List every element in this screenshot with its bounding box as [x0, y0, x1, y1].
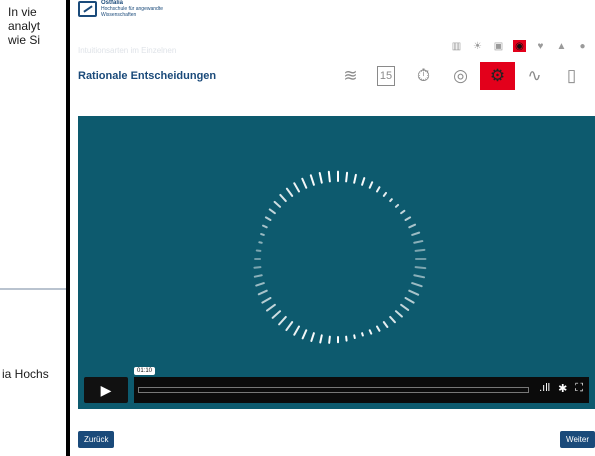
spinner-tick: [411, 231, 421, 236]
spinner-tick: [345, 171, 349, 183]
spinner-tick: [400, 303, 410, 311]
back-button[interactable]: Zurück: [78, 431, 115, 448]
spinner-tick: [255, 282, 265, 287]
spinner-tick: [376, 325, 381, 332]
background-footer-text: ia Hochs: [2, 367, 49, 381]
spinner-tick: [353, 173, 357, 184]
spinner-tick: [368, 329, 373, 335]
spinner-tick: [261, 297, 272, 304]
background-text-line: analyt: [8, 19, 41, 33]
progress-area: 01:10 .ıll ✱ ⛶: [134, 367, 589, 403]
spinner-tick: [273, 200, 282, 208]
spinner-tick: [301, 329, 308, 340]
spinner-tick: [404, 297, 415, 304]
video-controls: ▶ 01:10 .ıll ✱ ⛶: [84, 367, 589, 403]
spinner-tick: [376, 186, 381, 193]
spinner-tick: [394, 310, 403, 318]
spinner-tick: [310, 332, 315, 342]
spinner-tick: [382, 321, 389, 328]
intuition-type-nav: ≋ 15 ⏱ ◎ ⚙ ∿ ▯: [331, 62, 589, 90]
spinner-tick: [258, 241, 263, 244]
brain-icon[interactable]: ◉: [513, 40, 526, 52]
spinner-tick: [414, 266, 427, 270]
briefcase-icon[interactable]: ▣: [492, 40, 505, 52]
spinner-tick: [285, 187, 294, 197]
play-icon: ▶: [100, 381, 112, 398]
spinner-tick: [260, 233, 265, 236]
spinner-tick: [404, 216, 412, 221]
spinner-tick: [309, 174, 315, 186]
video-player[interactable]: ▶ 01:10 .ıll ✱ ⛶: [78, 116, 595, 409]
spinner-tick: [361, 177, 366, 186]
spinner-tick: [413, 274, 426, 279]
spinner-tick: [389, 198, 393, 203]
spinner-tick: [389, 315, 396, 324]
module-panel: Ostfalia Hochschule für angewandte Wisse…: [70, 0, 595, 456]
spinner-tick: [382, 191, 388, 197]
spinner-tick: [253, 274, 263, 278]
spinner-tick: [394, 203, 400, 208]
spinner-tick: [413, 240, 424, 244]
spinner-tick: [285, 321, 294, 332]
breadcrumb: Intuitionsarten im Einzelnen: [78, 46, 177, 55]
stopwatch-icon[interactable]: ⏱: [406, 62, 441, 90]
spinner-tick: [271, 310, 282, 319]
chart-icon[interactable]: ▥: [450, 40, 463, 52]
wave-book-icon[interactable]: ≋: [333, 62, 368, 90]
graduation-cap-icon[interactable]: ▲: [555, 40, 568, 52]
spinner-tick: [318, 171, 323, 184]
progress-track[interactable]: [138, 387, 529, 393]
spinner-tick: [293, 325, 300, 336]
ostfalia-logo[interactable]: Ostfalia Hochschule für angewandte Wisse…: [78, 0, 163, 18]
spinner-tick: [353, 334, 356, 340]
spinner-tick: [257, 289, 268, 296]
ostfalia-logo-icon: [78, 1, 97, 17]
spinner-tick: [278, 315, 287, 326]
spinner-tick: [327, 170, 331, 183]
logo-line: Wissenschaften: [101, 12, 137, 18]
page-title: Rationale Entscheidungen: [78, 70, 217, 82]
background-text-line: wie Si: [8, 33, 41, 47]
background-divider: [0, 288, 66, 290]
spinner-tick: [262, 224, 268, 229]
gears-icon[interactable]: ⚙: [480, 62, 515, 90]
spinner-tick: [328, 335, 331, 344]
settings-gear-icon[interactable]: ✱: [558, 382, 567, 395]
category-nav: ▥ ☀ ▣ ◉ ♥ ▲ ●: [450, 40, 589, 52]
hand-wave-icon[interactable]: ∿: [517, 62, 552, 90]
spinner-tick: [319, 334, 323, 344]
fullscreen-icon[interactable]: ⛶: [575, 382, 583, 395]
spinner-tick: [361, 332, 364, 337]
next-button[interactable]: Weiter: [560, 431, 595, 448]
background-text-line: In vie: [8, 5, 37, 19]
loading-spinner: [253, 170, 427, 344]
spinner-tick: [400, 209, 406, 215]
spinner-tick: [414, 248, 426, 252]
spinner-tick: [264, 216, 272, 221]
background-page: In vie analyt wie Si ia Hochs: [0, 0, 70, 456]
play-button[interactable]: ▶: [84, 377, 128, 403]
person-icon[interactable]: ●: [576, 40, 589, 52]
spinner-tick: [279, 193, 287, 203]
time-tooltip: 01:10: [134, 367, 156, 375]
spinner-tick: [253, 266, 262, 269]
volume-icon[interactable]: .ıll: [539, 382, 550, 395]
spinner-tick: [368, 181, 374, 189]
spinner-tick: [301, 177, 308, 189]
spinner-tick: [411, 282, 423, 288]
crystal-ball-icon[interactable]: ◎: [443, 62, 478, 90]
spinner-tick: [408, 289, 420, 296]
hands-heart-icon[interactable]: ♥: [534, 40, 547, 52]
spinner-tick: [268, 208, 276, 215]
sun-icon[interactable]: ☀: [471, 40, 484, 52]
spinner-tick: [293, 182, 300, 193]
spinner-tick: [408, 223, 417, 229]
spinner-tick: [266, 303, 276, 312]
calendar-icon[interactable]: 15: [377, 66, 395, 86]
phone-hand-icon[interactable]: ▯: [554, 62, 589, 90]
